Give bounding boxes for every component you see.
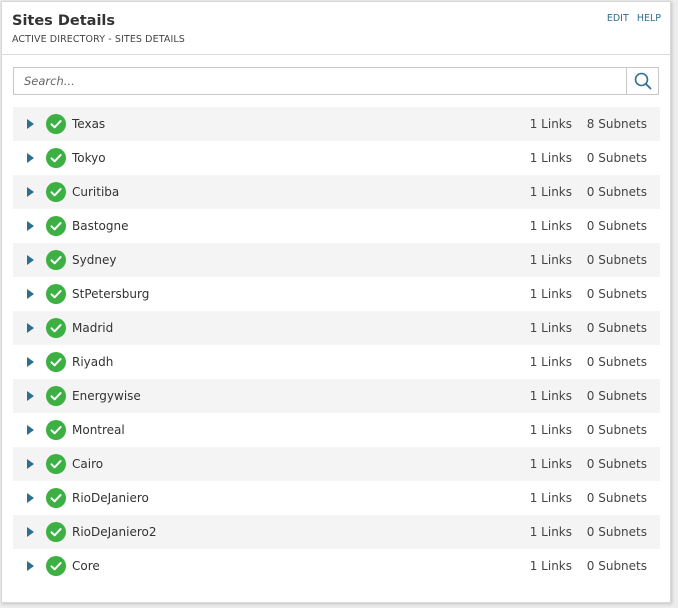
expand-arrow-icon[interactable] — [25, 186, 35, 198]
check-status-icon — [46, 386, 66, 406]
expand-arrow-icon[interactable] — [25, 526, 35, 538]
header-links: EDIT HELP — [602, 13, 661, 24]
site-links-count: 1 Links — [529, 559, 572, 573]
expand-arrow-icon[interactable] — [25, 152, 35, 164]
check-status-icon — [46, 488, 66, 508]
site-row[interactable]: Riyadh 1 Links 0 Subnets — [13, 345, 660, 379]
panel-header: Sites Details ACTIVE DIRECTORY - SITES D… — [2, 2, 670, 55]
site-links-count: 1 Links — [529, 253, 572, 267]
site-links-count: 1 Links — [529, 321, 572, 335]
site-subnets-count: 0 Subnets — [586, 219, 647, 233]
check-status-icon — [46, 250, 66, 270]
site-links-count: 1 Links — [529, 117, 572, 131]
site-subnets-count: 0 Subnets — [586, 389, 647, 403]
site-name: Energywise — [72, 389, 141, 403]
site-row[interactable]: RioDeJaniero2 1 Links 0 Subnets — [13, 515, 660, 549]
site-links-count: 1 Links — [529, 185, 572, 199]
expand-arrow-icon[interactable] — [25, 390, 35, 402]
site-links-count: 1 Links — [529, 151, 572, 165]
check-status-icon — [46, 216, 66, 236]
help-link[interactable]: HELP — [637, 13, 661, 24]
expand-arrow-icon[interactable] — [25, 288, 35, 300]
site-subnets-count: 0 Subnets — [586, 287, 647, 301]
check-status-icon — [46, 454, 66, 474]
site-name: Core — [72, 559, 100, 573]
search-input[interactable] — [14, 68, 626, 94]
check-status-icon — [46, 318, 66, 338]
site-name: Riyadh — [72, 355, 114, 369]
site-row[interactable]: Curitiba 1 Links 0 Subnets — [13, 175, 660, 209]
check-status-icon — [46, 284, 66, 304]
site-name: Madrid — [72, 321, 114, 335]
site-subnets-count: 0 Subnets — [586, 457, 647, 471]
check-status-icon — [46, 114, 66, 134]
expand-arrow-icon[interactable] — [25, 220, 35, 232]
site-row[interactable]: StPetersburg 1 Links 0 Subnets — [13, 277, 660, 311]
site-subnets-count: 0 Subnets — [586, 321, 647, 335]
site-links-count: 1 Links — [529, 457, 572, 471]
site-links-count: 1 Links — [529, 525, 572, 539]
site-name: RioDeJaniero2 — [72, 525, 157, 539]
expand-arrow-icon[interactable] — [25, 458, 35, 470]
check-status-icon — [46, 352, 66, 372]
sites-details-panel: Sites Details ACTIVE DIRECTORY - SITES D… — [1, 1, 671, 603]
expand-arrow-icon[interactable] — [25, 424, 35, 436]
search-box — [13, 67, 659, 95]
expand-arrow-icon[interactable] — [25, 118, 35, 130]
site-name: Montreal — [72, 423, 125, 437]
site-subnets-count: 8 Subnets — [586, 117, 647, 131]
site-name: RioDeJaniero — [72, 491, 149, 505]
check-status-icon — [46, 182, 66, 202]
site-name: Tokyo — [72, 151, 106, 165]
site-links-count: 1 Links — [529, 219, 572, 233]
expand-arrow-icon[interactable] — [25, 560, 35, 572]
site-links-count: 1 Links — [529, 423, 572, 437]
site-row[interactable]: Madrid 1 Links 0 Subnets — [13, 311, 660, 345]
site-links-count: 1 Links — [529, 287, 572, 301]
site-links-count: 1 Links — [529, 491, 572, 505]
site-name: Curitiba — [72, 185, 120, 199]
site-row[interactable]: Cairo 1 Links 0 Subnets — [13, 447, 660, 481]
site-row[interactable]: Energywise 1 Links 0 Subnets — [13, 379, 660, 413]
sites-list: Texas 1 Links 8 Subnets Tokyo 1 Links 0 Subne… — [13, 107, 660, 583]
edit-link[interactable]: EDIT — [607, 13, 629, 24]
site-subnets-count: 0 Subnets — [586, 559, 647, 573]
site-row[interactable]: RioDeJaniero 1 Links 0 Subnets — [13, 481, 660, 515]
site-row[interactable]: Bastogne 1 Links 0 Subnets — [13, 209, 660, 243]
expand-arrow-icon[interactable] — [25, 254, 35, 266]
site-row[interactable]: Montreal 1 Links 0 Subnets — [13, 413, 660, 447]
site-name: StPetersburg — [72, 287, 150, 301]
expand-arrow-icon[interactable] — [25, 322, 35, 334]
check-status-icon — [46, 148, 66, 168]
site-subnets-count: 0 Subnets — [586, 151, 647, 165]
site-name: Texas — [72, 117, 106, 131]
site-links-count: 1 Links — [529, 389, 572, 403]
site-row[interactable]: Texas 1 Links 8 Subnets — [13, 107, 660, 141]
expand-arrow-icon[interactable] — [25, 356, 35, 368]
site-name: Bastogne — [72, 219, 129, 233]
site-subnets-count: 0 Subnets — [586, 253, 647, 267]
search-icon — [634, 72, 651, 90]
search-button[interactable] — [626, 68, 658, 94]
panel-title: Sites Details — [12, 13, 116, 29]
site-row[interactable]: Core 1 Links 0 Subnets — [13, 549, 660, 583]
expand-arrow-icon[interactable] — [25, 492, 35, 504]
check-status-icon — [46, 556, 66, 576]
site-subnets-count: 0 Subnets — [586, 423, 647, 437]
site-links-count: 1 Links — [529, 355, 572, 369]
site-subnets-count: 0 Subnets — [586, 355, 647, 369]
check-status-icon — [46, 420, 66, 440]
check-status-icon — [46, 522, 66, 542]
site-name: Sydney — [72, 253, 117, 267]
site-name: Cairo — [72, 457, 104, 471]
panel-subtitle: ACTIVE DIRECTORY - SITES DETAILS — [12, 34, 185, 45]
site-subnets-count: 0 Subnets — [586, 525, 647, 539]
site-row[interactable]: Sydney 1 Links 0 Subnets — [13, 243, 660, 277]
site-subnets-count: 0 Subnets — [586, 491, 647, 505]
site-row[interactable]: Tokyo 1 Links 0 Subnets — [13, 141, 660, 175]
site-subnets-count: 0 Subnets — [586, 185, 647, 199]
